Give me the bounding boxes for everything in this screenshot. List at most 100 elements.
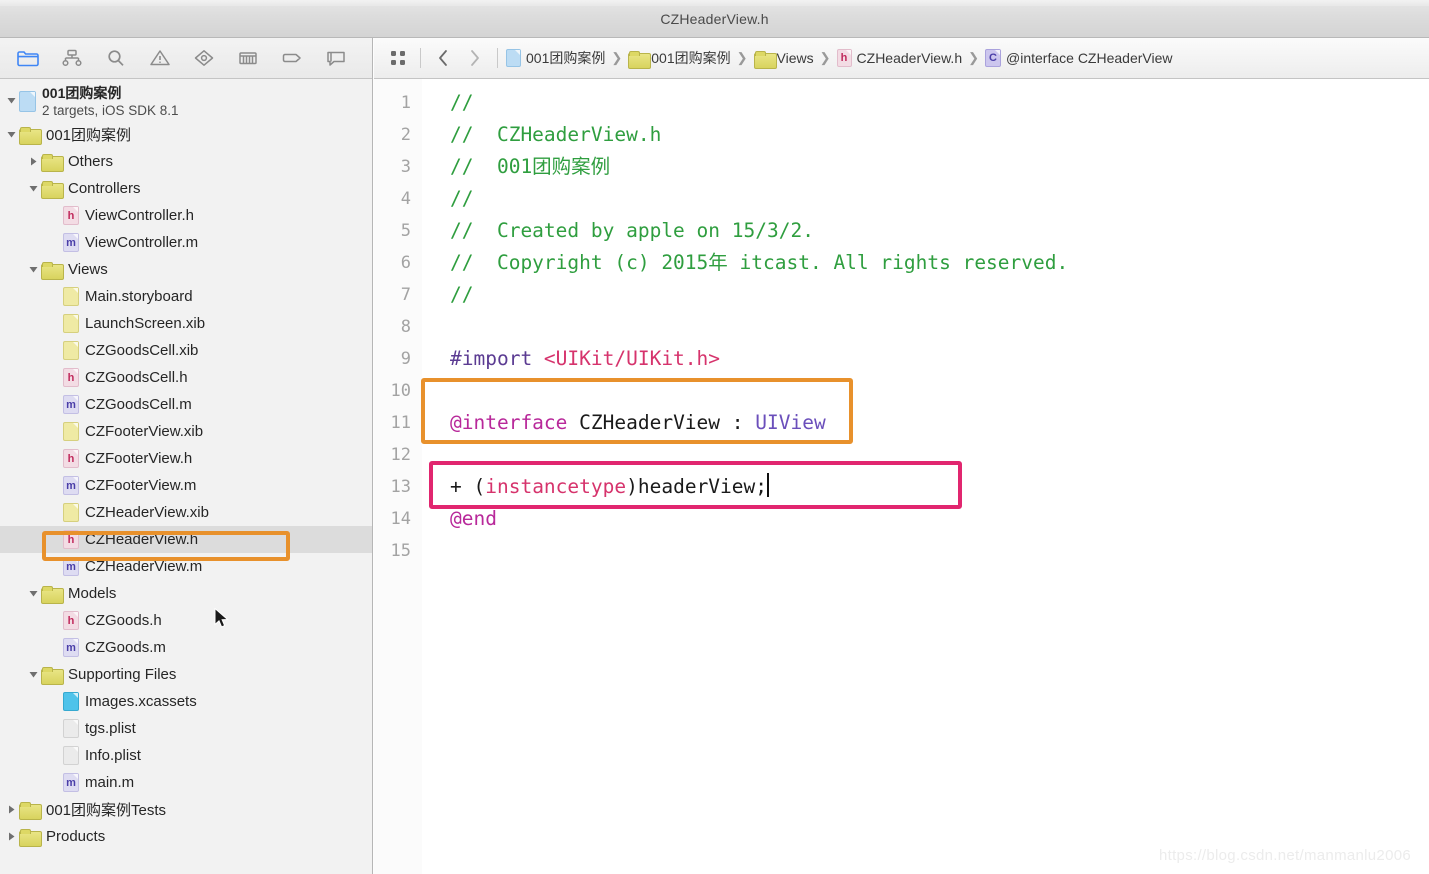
disclosure-triangle-expanded-icon[interactable]	[26, 262, 41, 277]
code-line-14[interactable]: 14 @end	[374, 503, 1429, 535]
chevron-right-icon: ❯	[736, 50, 748, 65]
line-number: 6	[400, 253, 411, 273]
tree-row-grp-products[interactable]: Products	[0, 823, 372, 850]
h-file-icon: h	[63, 611, 79, 630]
tree-row-f-info[interactable]: Info.plist	[0, 742, 372, 769]
code-line-text: // CZHeaderView.h	[422, 119, 661, 151]
token-keyword: @end	[450, 507, 497, 530]
code-line-12[interactable]: 12	[374, 439, 1429, 471]
xib-file-icon	[63, 314, 79, 333]
tree-row-label: Info.plist	[85, 747, 141, 764]
issue-navigator-icon[interactable]	[138, 42, 182, 74]
disclosure-triangle-expanded-icon[interactable]	[4, 127, 19, 142]
code-line-5[interactable]: 5 // Created by apple on 15/3/2.	[374, 215, 1429, 247]
breadcrumb-item-project[interactable]: 001团购案例	[504, 48, 607, 68]
forward-button[interactable]	[459, 43, 491, 73]
code-line-3[interactable]: 3 // 001团购案例	[374, 151, 1429, 183]
disclosure-triangle-collapsed-icon[interactable]	[26, 154, 41, 169]
tree-row-f-header-h[interactable]: h CZHeaderView.h	[0, 526, 372, 553]
back-button[interactable]	[427, 43, 459, 73]
code-line-6[interactable]: 6 // Copyright (c) 2015年 itcast. All righ…	[374, 247, 1429, 279]
tree-row-project[interactable]: 001团购案例 2 targets, iOS SDK 8.1	[0, 83, 372, 121]
code-line-11[interactable]: 11 @interface CZHeaderView : UIView	[374, 407, 1429, 439]
disclosure-triangle-collapsed-icon[interactable]	[4, 802, 19, 817]
tree-row-f-footer-h[interactable]: h CZFooterView.h	[0, 445, 372, 472]
tree-row-f-header-m[interactable]: m CZHeaderView.m	[0, 553, 372, 580]
code-line-text: // Copyright (c) 2015年 itcast. All right…	[422, 247, 1068, 279]
m-file-icon: m	[63, 773, 79, 792]
tree-row-grp-tests[interactable]: 001团购案例Tests	[0, 796, 372, 823]
chevron-right-icon: ❯	[819, 50, 831, 65]
disclosure-triangle-collapsed-icon[interactable]	[4, 829, 19, 844]
tree-row-grp-models[interactable]: Models	[0, 580, 372, 607]
line-number: 5	[400, 221, 411, 241]
folder-icon	[41, 261, 64, 280]
breakpoint-navigator-icon[interactable]	[270, 42, 314, 74]
folder-icon	[41, 666, 64, 685]
tree-row-f-goodscell-x[interactable]: CZGoodsCell.xib	[0, 337, 372, 364]
source-control-navigator-icon[interactable]	[50, 42, 94, 74]
breadcrumb-item-symbol[interactable]: C @interface CZHeaderView	[983, 49, 1174, 67]
token-keyword: @interface	[450, 411, 568, 434]
code-line-text: // 001团购案例	[422, 151, 610, 183]
tree-row-f-footer-x[interactable]: CZFooterView.xib	[0, 418, 372, 445]
tree-row-grp-support[interactable]: Supporting Files	[0, 661, 372, 688]
line-number: 15	[390, 541, 411, 561]
tree-row-label: CZGoodsCell.xib	[85, 342, 199, 359]
disclosure-triangle-expanded-icon[interactable]	[4, 93, 19, 108]
tree-row-f-assets[interactable]: Images.xcassets	[0, 688, 372, 715]
disclosure-triangle-expanded-icon[interactable]	[26, 667, 41, 682]
token-pre: #import	[450, 347, 544, 370]
tree-row-f-goods-m[interactable]: m CZGoods.m	[0, 634, 372, 661]
line-number: 10	[390, 381, 411, 401]
tree-row-f-vc-h[interactable]: h ViewController.h	[0, 202, 372, 229]
test-navigator-icon[interactable]	[182, 42, 226, 74]
tree-row-f-mainm[interactable]: m main.m	[0, 769, 372, 796]
class-symbol-icon: C	[985, 49, 1002, 67]
tree-row-f-header-x[interactable]: CZHeaderView.xib	[0, 499, 372, 526]
breadcrumb-item-file[interactable]: h CZHeaderView.h	[835, 49, 965, 67]
code-line-13[interactable]: 13 + (instancetype)headerView;	[374, 471, 1429, 503]
project-navigator-icon[interactable]	[6, 42, 50, 74]
folder-icon	[41, 585, 64, 604]
tree-row-label: main.m	[85, 774, 135, 791]
tree-row-f-goodscell-h[interactable]: h CZGoodsCell.h	[0, 364, 372, 391]
debug-navigator-icon[interactable]	[226, 42, 270, 74]
tree-row-grp-others[interactable]: Others	[0, 148, 372, 175]
tree-row-f-main-sb[interactable]: Main.storyboard	[0, 283, 372, 310]
line-number: 12	[390, 445, 411, 465]
code-editor[interactable]: 1 // 2 // CZHeaderView.h 3 // 001团购案例 4 // 5 // C…	[374, 79, 1429, 874]
editor-jump-bar[interactable]: 001团购案例 ❯ 001团购案例 ❯ Views ❯ h CZHeaderVi…	[374, 38, 1429, 79]
tree-row-label: Products	[46, 828, 106, 845]
tree-row-grp-root[interactable]: 001团购案例	[0, 121, 372, 148]
code-line-1[interactable]: 1 //	[374, 87, 1429, 119]
tree-row-f-vc-m[interactable]: m ViewController.m	[0, 229, 372, 256]
breadcrumb-item-views[interactable]: Views	[752, 50, 816, 69]
code-line-10[interactable]: 10	[374, 375, 1429, 407]
disclosure-triangle-expanded-icon[interactable]	[26, 181, 41, 196]
code-line-4[interactable]: 4 //	[374, 183, 1429, 215]
related-items-icon[interactable]	[382, 43, 414, 73]
tree-row-f-goodscell-m[interactable]: m CZGoodsCell.m	[0, 391, 372, 418]
tree-row-label: 001团购案例Tests	[46, 802, 167, 819]
tree-row-f-tgs[interactable]: tgs.plist	[0, 715, 372, 742]
tree-row-grp-ctrl[interactable]: Controllers	[0, 175, 372, 202]
report-navigator-icon[interactable]	[314, 42, 358, 74]
code-line-7[interactable]: 7 //	[374, 279, 1429, 311]
search-navigator-icon[interactable]	[94, 42, 138, 74]
code-line-8[interactable]: 8	[374, 311, 1429, 343]
code-line-15[interactable]: 15	[374, 535, 1429, 567]
tree-row-f-footer-m[interactable]: m CZFooterView.m	[0, 472, 372, 499]
breadcrumb-item-group[interactable]: 001团购案例	[626, 48, 732, 69]
disclosure-triangle-expanded-icon[interactable]	[26, 586, 41, 601]
navigator-file-tree[interactable]: 001团购案例 2 targets, iOS SDK 8.1 001团购案例 Ot…	[0, 79, 372, 874]
h-file-icon: h	[63, 206, 79, 225]
tree-row-f-launch[interactable]: LaunchScreen.xib	[0, 310, 372, 337]
tree-row-label: Controllers	[68, 180, 141, 197]
tree-row-f-goods-h[interactable]: h CZGoods.h	[0, 607, 372, 634]
code-line-text: // Created by apple on 15/3/2.	[422, 215, 814, 247]
tree-row-grp-views[interactable]: Views	[0, 256, 372, 283]
code-line-2[interactable]: 2 // CZHeaderView.h	[374, 119, 1429, 151]
code-line-9[interactable]: 9 #import <UIKit/UIKit.h>	[374, 343, 1429, 375]
token-plain: )headerView;	[626, 475, 768, 498]
